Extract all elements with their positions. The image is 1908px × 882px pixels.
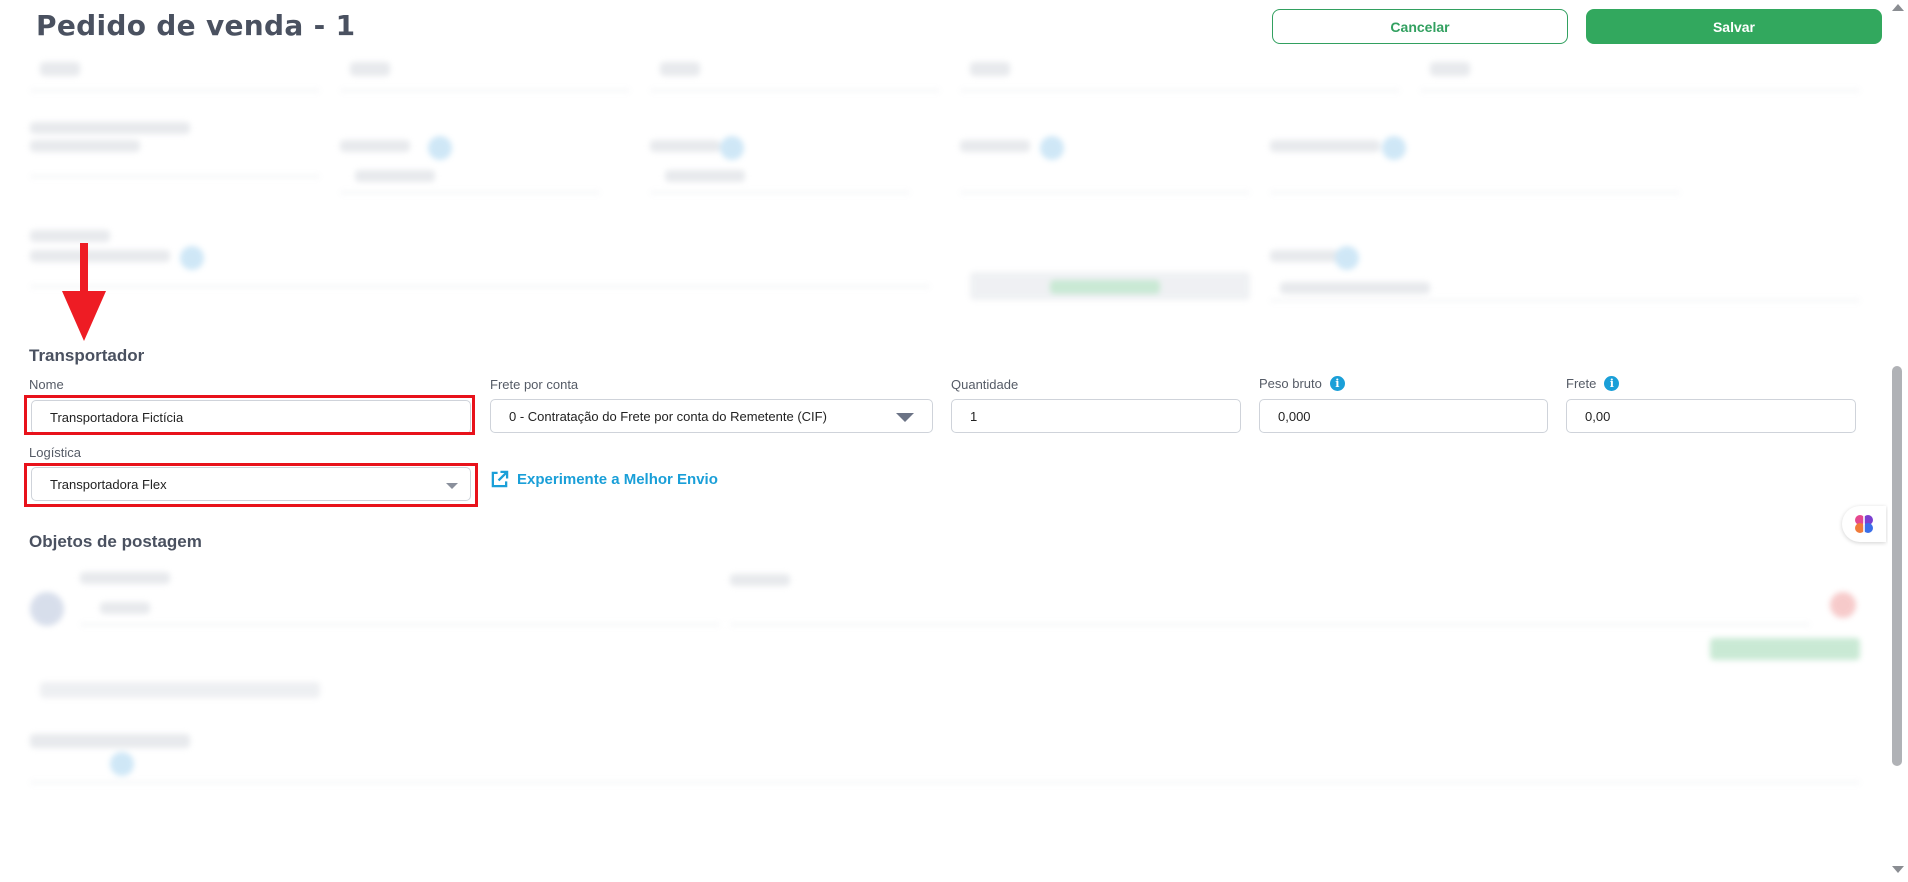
highlight-box-nome — [24, 395, 475, 435]
vertical-scrollbar[interactable] — [1888, 0, 1908, 882]
page-title: Pedido de venda - 1 — [36, 9, 356, 42]
frete-label: Frete i — [1566, 376, 1620, 391]
section-title-transportador: Transportador — [29, 346, 145, 365]
section-title-objetos: Objetos de postagem — [29, 532, 202, 551]
highlight-box-logistica — [24, 463, 478, 507]
transportador-panel — [12, 334, 1874, 552]
assistant-button[interactable] — [1842, 506, 1886, 542]
scroll-thumb[interactable] — [1892, 366, 1902, 766]
info-icon[interactable]: i — [1329, 376, 1345, 391]
info-icon[interactable]: i — [1604, 376, 1620, 391]
scroll-up-arrow[interactable] — [1892, 4, 1904, 11]
scroll-down-arrow[interactable] — [1892, 866, 1904, 873]
cancel-button[interactable]: Cancelar — [1272, 9, 1568, 44]
external-link-icon — [491, 470, 509, 488]
blurred-content-bottom — [10, 552, 1878, 882]
chevron-down-icon — [896, 413, 914, 422]
frete-input[interactable]: 0,00 — [1566, 399, 1856, 433]
quantidade-input[interactable]: 1 — [951, 399, 1241, 433]
save-button[interactable]: Salvar — [1586, 9, 1882, 44]
quantidade-label: Quantidade — [951, 377, 1019, 392]
peso-bruto-input[interactable]: 0,000 — [1259, 399, 1548, 433]
logistica-label: Logística — [29, 445, 82, 460]
top-bar: Pedido de venda - 1 Cancelar Salvar — [0, 0, 1888, 50]
blurred-content-top — [10, 50, 1878, 334]
brain-icon — [1855, 515, 1873, 533]
nome-label: Nome — [29, 377, 64, 392]
peso-bruto-label: Peso bruto i — [1259, 376, 1345, 391]
melhor-envio-link[interactable]: Experimente a Melhor Envio — [490, 470, 718, 489]
red-arrow-annotation — [62, 243, 106, 341]
frete-por-conta-label: Frete por conta — [490, 377, 579, 392]
frete-por-conta-select[interactable]: 0 - Contratação do Frete por conta do Re… — [490, 399, 933, 433]
